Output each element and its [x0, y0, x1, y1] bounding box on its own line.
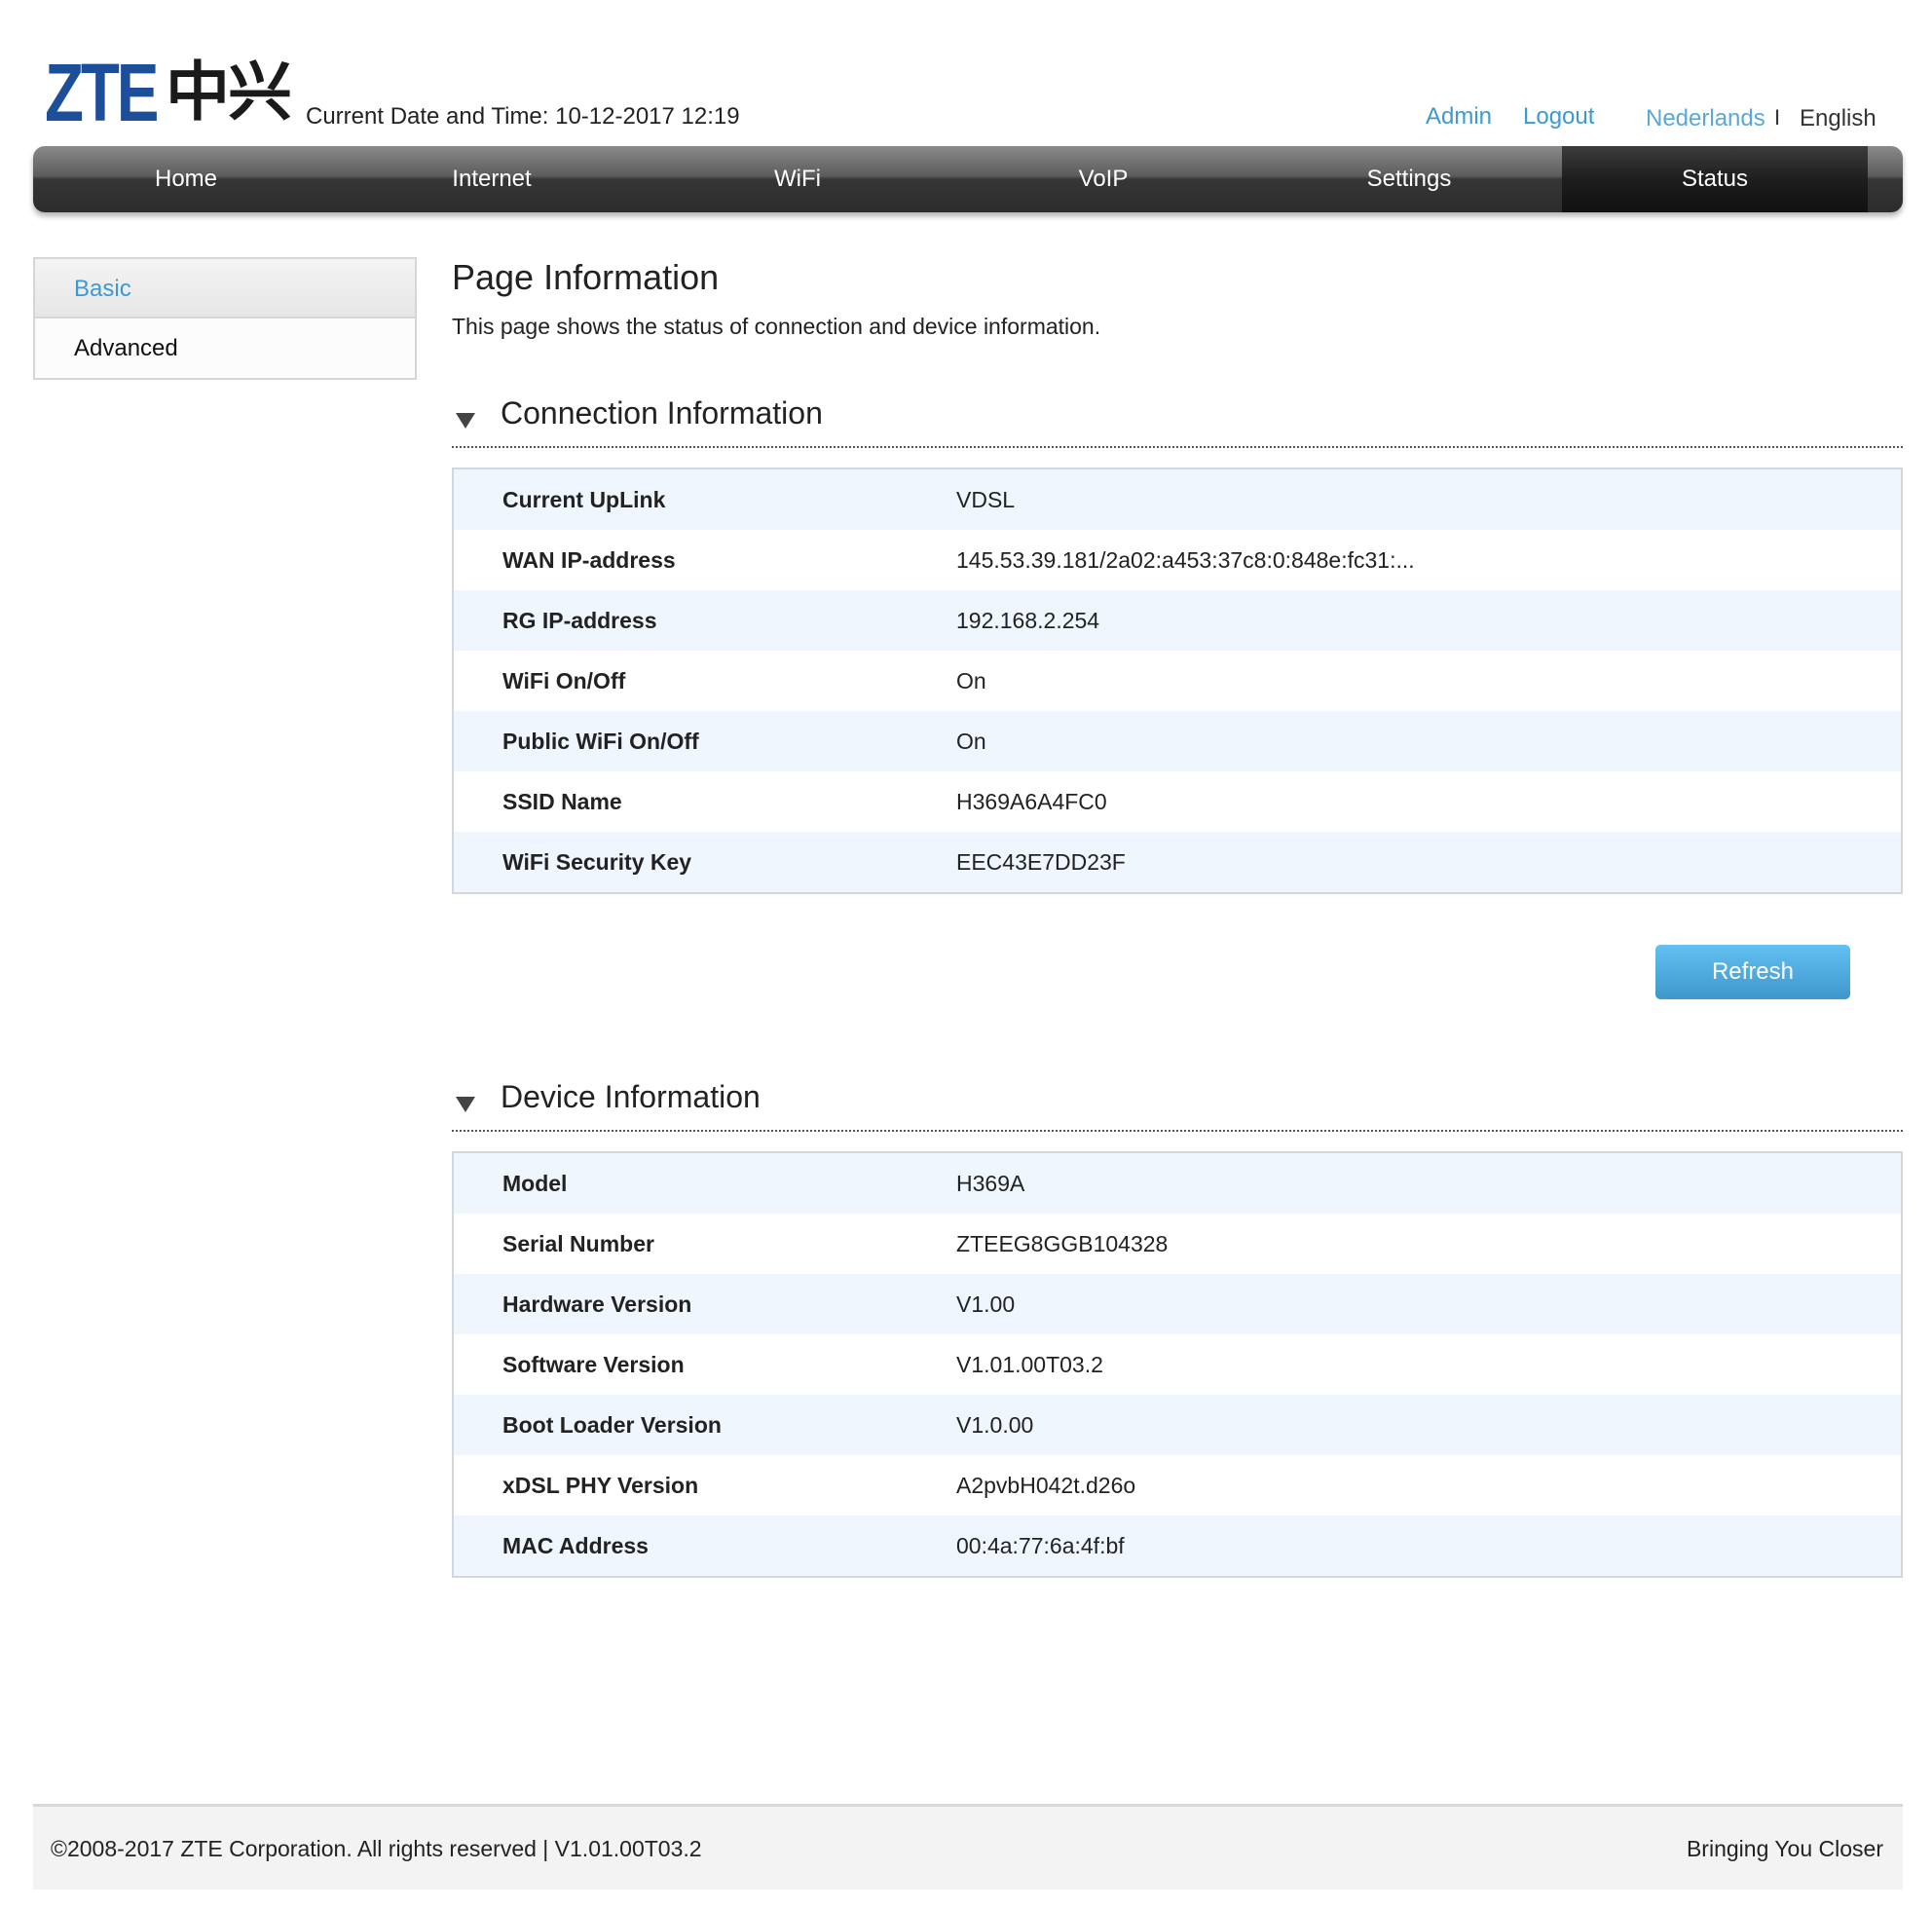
row-value: A2pvbH042t.d26o	[956, 1472, 1136, 1498]
row-label: Boot Loader Version	[502, 1411, 722, 1438]
row-label: WAN IP-address	[502, 546, 676, 573]
logout-link[interactable]: Logout	[1523, 103, 1594, 131]
collapse-triangle-icon[interactable]	[456, 413, 475, 429]
nav-tab-settings[interactable]: Settings	[1256, 146, 1562, 212]
row-value: VDSL	[956, 486, 1016, 512]
refresh-button[interactable]: Refresh	[1655, 945, 1850, 999]
row-value: 00:4a:77:6a:4f:bf	[956, 1532, 1125, 1558]
main-nav: Home Internet WiFi VoIP Settings Status	[33, 146, 1903, 212]
table-row: Software Version V1.01.00T03.2	[454, 1334, 1901, 1395]
table-row: Model H369A	[454, 1153, 1901, 1214]
table-row: WiFi On/Off On	[454, 651, 1901, 711]
row-value: V1.0.00	[956, 1411, 1034, 1438]
row-label: RG IP-address	[502, 607, 657, 633]
row-value: H369A6A4FC0	[956, 788, 1107, 814]
sidebar-item-advanced[interactable]: Advanced	[35, 318, 415, 378]
table-row: Hardware Version V1.00	[454, 1274, 1901, 1334]
footer-slogan: Bringing You Closer	[1686, 1836, 1883, 1861]
admin-link[interactable]: Admin	[1426, 103, 1492, 131]
row-label: Software Version	[502, 1351, 685, 1377]
nav-tab-wifi[interactable]: WiFi	[645, 146, 950, 212]
footer: ©2008-2017 ZTE Corporation. All rights r…	[33, 1804, 1903, 1890]
header-links: Admin Logout Nederlands I English	[0, 103, 1932, 132]
table-row: Current UpLink VDSL	[454, 469, 1901, 530]
row-value: EEC43E7DD23F	[956, 848, 1126, 875]
row-label: WiFi On/Off	[502, 667, 626, 693]
main-content: Page Information This page shows the sta…	[452, 255, 1903, 1578]
connection-information-section: Connection Information Current UpLink VD…	[452, 390, 1903, 894]
row-label: xDSL PHY Version	[502, 1472, 699, 1498]
row-label: Current UpLink	[502, 486, 666, 512]
table-row: Serial Number ZTEEG8GGB104328	[454, 1214, 1901, 1274]
row-value: H369A	[956, 1170, 1025, 1196]
sidebar: Basic Advanced	[33, 257, 417, 380]
row-value: V1.00	[956, 1291, 1016, 1317]
nav-tab-status[interactable]: Status	[1562, 146, 1868, 212]
section-title: Connection Information	[501, 395, 823, 430]
footer-copyright: ©2008-2017 ZTE Corporation. All rights r…	[51, 1836, 702, 1861]
nav-tab-home[interactable]: Home	[33, 146, 339, 212]
sidebar-item-basic[interactable]: Basic	[35, 259, 415, 318]
language-separator: I	[1774, 105, 1781, 130]
device-information-table: Model H369A Serial Number ZTEEG8GGB10432…	[452, 1151, 1903, 1578]
device-information-section: Device Information Model H369A Serial Nu…	[452, 1073, 1903, 1578]
nav-tab-internet[interactable]: Internet	[339, 146, 645, 212]
table-row: Public WiFi On/Off On	[454, 711, 1901, 771]
collapse-triangle-icon[interactable]	[456, 1097, 475, 1112]
device-information-header[interactable]: Device Information	[452, 1073, 1903, 1132]
section-title: Device Information	[501, 1079, 761, 1114]
language-english-link[interactable]: English	[1800, 105, 1876, 132]
table-row: MAC Address 00:4a:77:6a:4f:bf	[454, 1516, 1901, 1576]
row-label: WiFi Security Key	[502, 848, 692, 875]
row-label: Model	[502, 1170, 568, 1196]
table-row: Boot Loader Version V1.0.00	[454, 1395, 1901, 1455]
nav-tab-voip[interactable]: VoIP	[950, 146, 1256, 212]
table-row: SSID Name H369A6A4FC0	[454, 771, 1901, 832]
row-value: On	[956, 728, 986, 754]
row-label: Serial Number	[502, 1230, 654, 1256]
row-value: ZTEEG8GGB104328	[956, 1230, 1169, 1256]
row-value: On	[956, 667, 986, 693]
row-value: 145.53.39.181/2a02:a453:37c8:0:848e:fc31…	[956, 546, 1415, 573]
language-nederlands-link[interactable]: Nederlands	[1646, 105, 1765, 132]
connection-information-header[interactable]: Connection Information	[452, 390, 1903, 448]
table-row: WAN IP-address 145.53.39.181/2a02:a453:3…	[454, 530, 1901, 590]
row-label: SSID Name	[502, 788, 622, 814]
page-title: Page Information	[452, 257, 720, 297]
table-row: xDSL PHY Version A2pvbH042t.d26o	[454, 1455, 1901, 1516]
row-label: Hardware Version	[502, 1291, 692, 1317]
connection-information-table: Current UpLink VDSL WAN IP-address 145.5…	[452, 468, 1903, 894]
page-description: This page shows the status of connection…	[452, 314, 1101, 339]
row-value: V1.01.00T03.2	[956, 1351, 1103, 1377]
row-label: MAC Address	[502, 1532, 649, 1558]
row-label: Public WiFi On/Off	[502, 728, 699, 754]
table-row: RG IP-address 192.168.2.254	[454, 590, 1901, 651]
table-row: WiFi Security Key EEC43E7DD23F	[454, 832, 1901, 892]
row-value: 192.168.2.254	[956, 607, 1100, 633]
